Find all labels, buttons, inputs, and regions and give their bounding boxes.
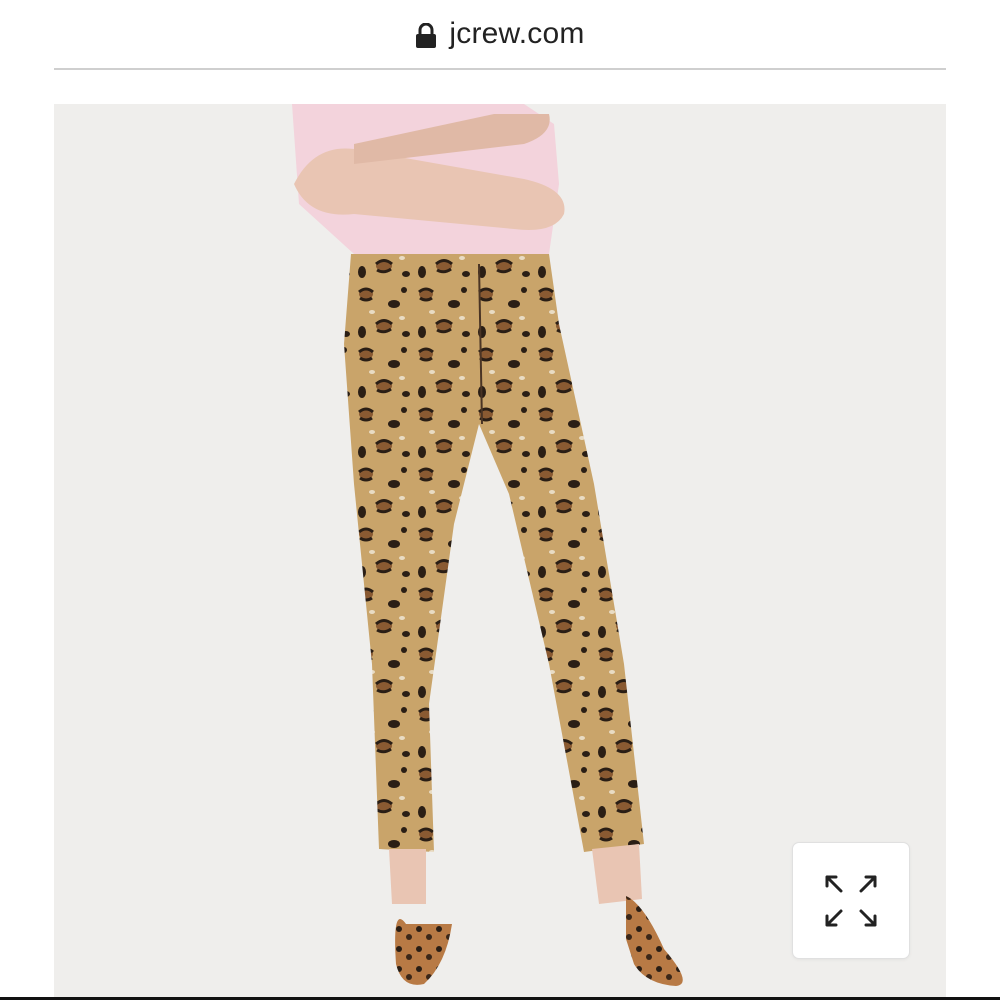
expand-button[interactable]	[793, 843, 909, 958]
address-bar[interactable]: jcrew.com	[54, 0, 946, 70]
expand-arrows-icon	[825, 875, 877, 926]
domain-text: jcrew.com	[449, 17, 585, 50]
lock-icon	[416, 23, 437, 48]
